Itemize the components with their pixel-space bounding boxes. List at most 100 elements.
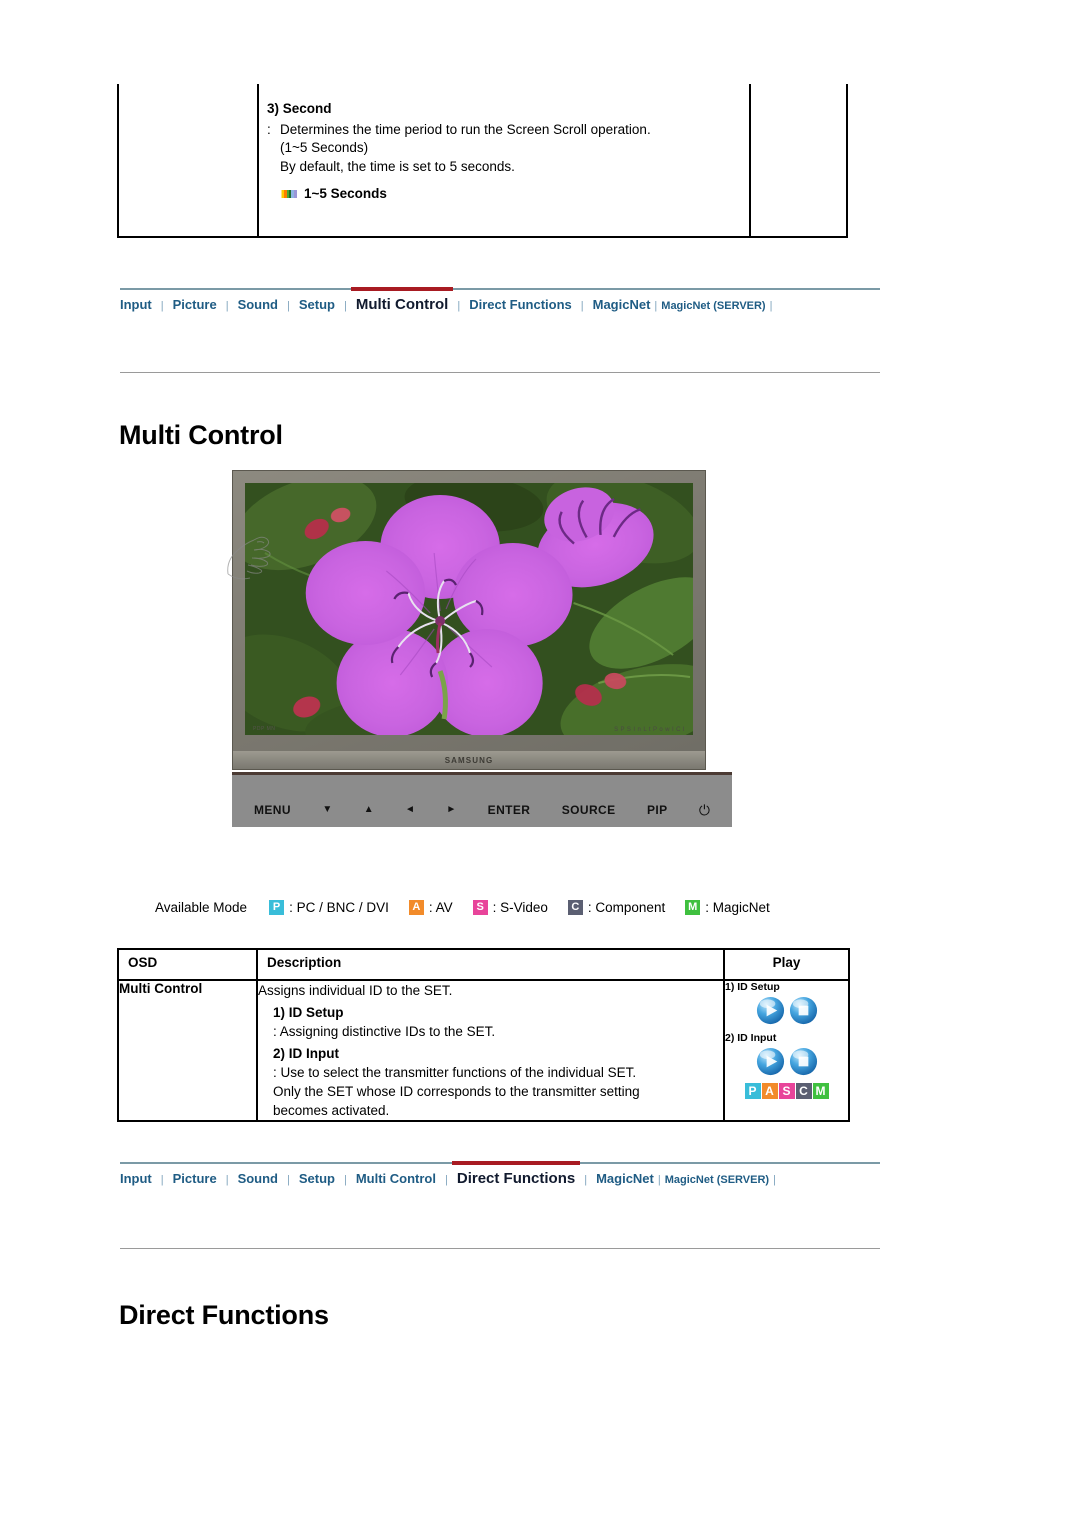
monitor-figure: PDP MN S P S I n L t P o w I C I SAMSUNG… [227, 470, 732, 827]
desc-sub2-line2: Only the SET whose ID corresponds to the… [273, 1084, 640, 1099]
nav-bottom-rule-2 [120, 1248, 880, 1249]
desc-sub1-body: : Assigning distinctive IDs to the SET. [273, 1024, 496, 1039]
mode-badge-a-icon: A [408, 900, 424, 915]
mode-text-s-video: : S-Video [492, 900, 548, 915]
nav-item-magicnet[interactable]: MagicNet [596, 1169, 654, 1188]
nav-item-multi-control[interactable]: Multi Control [356, 1169, 436, 1188]
cell-description: Assigns individual ID to the SET. 1) ID … [256, 979, 725, 1122]
pascm-badge-m-icon: M [812, 1083, 829, 1099]
second-line-1: : Determines the time period to run the … [267, 121, 827, 140]
left-arrow-button[interactable]: ◄ [405, 805, 415, 815]
second-line-2: (1~5 Seconds) [280, 140, 369, 155]
nav-item-magicnet[interactable]: MagicNet [593, 295, 651, 314]
pascm-badge-s-icon: S [778, 1083, 795, 1099]
nav-separator: | [343, 300, 347, 312]
nav-item-multi-control[interactable]: Multi Control [350, 287, 454, 315]
pascm-badge-a-icon: A [761, 1083, 778, 1099]
seconds-note-row: 1~5 Seconds [267, 185, 827, 204]
second-line-3: By default, the time is set to 5 seconds… [280, 158, 515, 174]
mode-text-magicnet: : MagicNet [705, 900, 770, 915]
color-bar-icon [280, 190, 297, 199]
flower-photo [245, 483, 693, 735]
nav-item-direct-functions[interactable]: Direct Functions [469, 295, 572, 314]
table-border-right [846, 84, 848, 238]
menu-button[interactable]: MENU [254, 803, 291, 817]
pascm-badge-p-icon: P [744, 1083, 761, 1099]
nav-item-input[interactable]: Input [120, 1169, 152, 1188]
cell-osd-multi-control: Multi Control [117, 979, 258, 1122]
cell-play: 1) ID Setup 2) ID Input P A S C M [723, 979, 850, 1122]
second-line-1-text: Determines the time period to run the Sc… [280, 121, 651, 137]
nav-item-input[interactable]: Input [120, 295, 152, 314]
enter-button[interactable]: ENTER [488, 803, 531, 817]
nav-separator: | [584, 1174, 588, 1186]
table-border-bottom [117, 236, 848, 238]
nav-separator: | [445, 1174, 448, 1186]
desc-intro: Assigns individual ID to the SET. [258, 983, 453, 998]
monitor-screen: PDP MN S P S I n L t P o w I C I [245, 483, 693, 735]
mode-badge-m-icon: M [685, 900, 701, 915]
desc-sub2-line1: : Use to select the transmitter function… [273, 1065, 637, 1080]
mode-magicnet: M : MagicNet [685, 900, 770, 915]
second-description-cell: 3) Second : Determines the time period t… [267, 100, 827, 204]
nav-separator: | [160, 1174, 164, 1186]
second-heading: 3) Second [267, 101, 332, 116]
monitor-chin: SAMSUNG [233, 751, 705, 769]
mode-badge-c-icon: C [567, 900, 583, 915]
header-osd: OSD [117, 948, 258, 981]
up-arrow-button[interactable]: ▲ [364, 805, 374, 815]
play-button-icon[interactable] [755, 995, 786, 1026]
pointing-hand-icon [227, 536, 271, 580]
continued-spec-table: 3) Second : Determines the time period t… [117, 84, 848, 238]
pascm-badge-row: P A S C M [725, 1083, 848, 1099]
mode-text-av: : AV [428, 900, 453, 915]
table-row: Multi Control Assigns individual ID to t… [117, 979, 850, 1122]
power-icon[interactable]: ⏻ [699, 803, 710, 817]
nav-item-magicnet-server[interactable]: MagicNet (SERVER) [661, 298, 765, 314]
pip-button[interactable]: PIP [647, 803, 668, 817]
table-header-row: OSD Description Play [117, 948, 850, 981]
nav-separator: | [580, 300, 584, 312]
nav-separator: | [773, 1174, 776, 1186]
nav-item-direct-functions[interactable]: Direct Functions [451, 1161, 581, 1189]
desc-sub1-title: 1) ID Setup [273, 1005, 344, 1020]
page-title-direct-functions: Direct Functions [119, 1300, 329, 1330]
play-buttons-id-setup [725, 995, 848, 1026]
nav-item-magicnet-server[interactable]: MagicNet (SERVER) [665, 1172, 769, 1188]
screen-model-badge-left: PDP MN [253, 726, 276, 732]
down-arrow-button[interactable]: ▼ [322, 805, 332, 815]
nav-item-setup[interactable]: Setup [299, 1169, 335, 1188]
available-mode-label: Available Mode [155, 900, 248, 915]
play-caption-id-input: 2) ID Input [725, 1032, 777, 1044]
mode-component: C : Component [567, 900, 666, 915]
nav-item-setup[interactable]: Setup [299, 295, 335, 314]
nav-top-rule [120, 288, 880, 290]
nav-item-sound[interactable]: Sound [238, 1169, 278, 1188]
stop-button-icon[interactable] [788, 1046, 819, 1077]
stop-button-icon[interactable] [788, 995, 819, 1026]
pascm-badge-c-icon: C [795, 1083, 812, 1099]
desc-sub2-title: 2) ID Input [273, 1046, 339, 1061]
mode-s-video: S : S-Video [472, 900, 548, 915]
nav-separator: | [654, 300, 658, 312]
nav-separator: | [457, 300, 461, 312]
mode-badge-s-icon: S [472, 900, 488, 915]
nav-item-sound[interactable]: Sound [238, 295, 278, 314]
play-buttons-id-input [725, 1046, 848, 1077]
mode-text-component: : Component [587, 900, 666, 915]
colon-marker: : [267, 121, 271, 137]
osd-description-table: OSD Description Play Multi Control Assig… [117, 948, 850, 1122]
nav-item-picture[interactable]: Picture [173, 1169, 217, 1188]
monitor-control-panel: MENU ▼ ▲ ◄ ► ENTER SOURCE PIP ⏻ [232, 772, 732, 827]
nav-separator: | [287, 300, 290, 312]
source-button[interactable]: SOURCE [562, 803, 616, 817]
available-mode-legend: Available Mode P : PC / BNC / DVI A : AV… [155, 900, 770, 915]
nav-separator: | [287, 1174, 290, 1186]
play-button-icon[interactable] [755, 1046, 786, 1077]
header-play: Play [723, 948, 850, 981]
nav-item-picture[interactable]: Picture [173, 295, 217, 314]
right-arrow-button[interactable]: ► [446, 805, 456, 815]
nav-separator: | [225, 1174, 229, 1186]
seconds-note-text: 1~5 Seconds [304, 186, 387, 201]
header-description: Description [256, 948, 725, 981]
